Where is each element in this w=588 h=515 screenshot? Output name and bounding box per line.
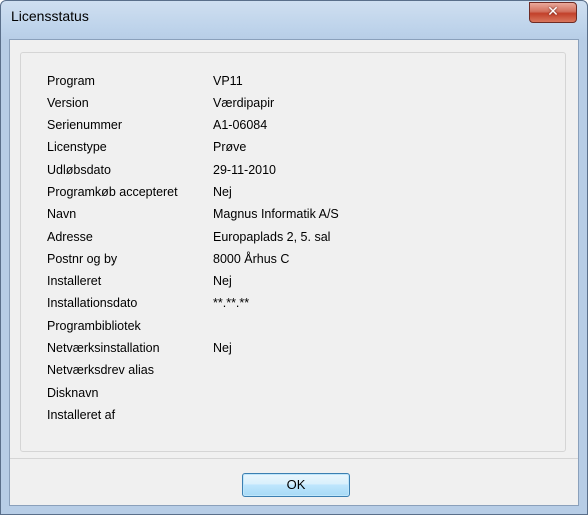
close-icon: ✕: [547, 4, 559, 20]
field-label: Udløbsdato: [47, 163, 111, 177]
dialog-client-area: Program VP11 Version Værdipapir Serienum…: [9, 39, 579, 506]
field-value: A1-06084: [213, 118, 268, 132]
field-label: Installeret af: [47, 408, 116, 422]
field-label: Serienummer: [47, 118, 123, 132]
field-value: Prøve: [213, 140, 247, 154]
field-label: Postnr og by: [47, 252, 118, 266]
field-value: 8000 Århus C: [213, 252, 290, 266]
field-label: Navn: [47, 207, 77, 221]
field-value: Værdipapir: [213, 96, 275, 110]
button-bar: OK: [10, 458, 578, 506]
field-value: Nej: [213, 341, 232, 355]
field-label: Programkøb accepteret: [47, 185, 178, 199]
license-status-dialog: Licensstatus ✕ Program VP11 Version Værd…: [0, 0, 588, 515]
ok-button[interactable]: OK: [242, 473, 350, 497]
window-title: Licensstatus: [11, 8, 89, 24]
field-value: VP11: [213, 74, 243, 88]
field-label: Version: [47, 96, 89, 110]
field-value: Nej: [213, 274, 232, 288]
field-label: Installationsdato: [47, 296, 138, 310]
title-bar[interactable]: Licensstatus ✕: [1, 1, 587, 31]
field-label: Licenstype: [47, 140, 107, 154]
field-value: 29-11-2010: [213, 163, 277, 177]
field-label: Programbibliotek: [47, 319, 141, 333]
field-value: Europaplads 2, 5. sal: [213, 230, 331, 244]
field-value: Nej: [213, 185, 232, 199]
field-label: Netværksinstallation: [47, 341, 160, 355]
close-button[interactable]: ✕: [529, 2, 577, 23]
field-label: Netværksdrev alias: [47, 363, 154, 377]
field-label: Adresse: [47, 230, 93, 244]
field-value: Magnus Informatik A/S: [213, 207, 339, 221]
license-info-panel: Program VP11 Version Værdipapir Serienum…: [20, 52, 566, 452]
field-value: **.**.**: [213, 296, 250, 310]
field-label: Program: [47, 74, 95, 88]
field-label: Installeret: [47, 274, 102, 288]
field-label: Disknavn: [47, 386, 99, 400]
